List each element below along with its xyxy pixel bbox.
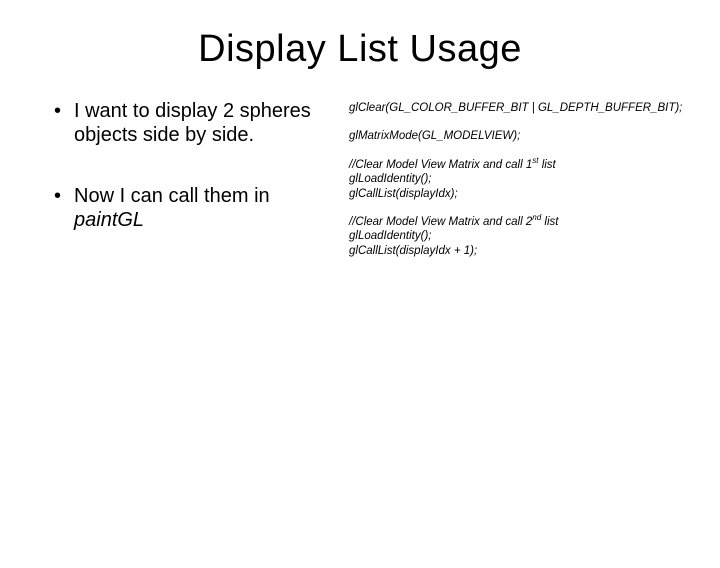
right-column-code: glClear(GL_COLOR_BUFFER_BIT | GL_DEPTH_B… bbox=[349, 99, 686, 272]
code-line: glCallList(displayIdx); bbox=[349, 187, 686, 201]
slide: Display List Usage I want to display 2 s… bbox=[0, 28, 720, 568]
code-line: glLoadIdentity(); bbox=[349, 229, 686, 243]
code-block-4: //Clear Model View Matrix and call 2nd l… bbox=[349, 215, 686, 258]
code-text: list bbox=[539, 159, 556, 171]
bullet-text-2a: Now I can call them in bbox=[74, 185, 270, 207]
code-text: //Clear Model View Matrix and call 1 bbox=[349, 159, 532, 171]
bullet-item-1: I want to display 2 spheres objects side… bbox=[54, 99, 319, 148]
bullet-list: I want to display 2 spheres objects side… bbox=[54, 99, 319, 233]
code-line: glLoadIdentity(); bbox=[349, 172, 686, 186]
code-line: glClear(GL_COLOR_BUFFER_BIT | GL_DEPTH_B… bbox=[349, 101, 686, 115]
code-line: glMatrixMode(GL_MODELVIEW); bbox=[349, 129, 686, 143]
slide-body: I want to display 2 spheres objects side… bbox=[0, 99, 720, 272]
code-block-3: //Clear Model View Matrix and call 1st l… bbox=[349, 158, 686, 201]
code-comment-line: //Clear Model View Matrix and call 1st l… bbox=[349, 158, 686, 172]
code-line: glCallList(displayIdx + 1); bbox=[349, 244, 686, 258]
bullet-text-2b: paintGL bbox=[74, 209, 144, 231]
slide-title: Display List Usage bbox=[0, 28, 720, 71]
left-column: I want to display 2 spheres objects side… bbox=[54, 99, 319, 272]
code-text: list bbox=[541, 216, 558, 228]
bullet-text-1: I want to display 2 spheres objects side… bbox=[74, 100, 311, 146]
bullet-item-2: Now I can call them in paintGL bbox=[54, 184, 319, 233]
ordinal-suffix: nd bbox=[532, 213, 541, 222]
code-block-2: glMatrixMode(GL_MODELVIEW); bbox=[349, 129, 686, 143]
code-comment-line: //Clear Model View Matrix and call 2nd l… bbox=[349, 215, 686, 229]
code-text: //Clear Model View Matrix and call 2 bbox=[349, 216, 532, 228]
code-block-1: glClear(GL_COLOR_BUFFER_BIT | GL_DEPTH_B… bbox=[349, 101, 686, 115]
